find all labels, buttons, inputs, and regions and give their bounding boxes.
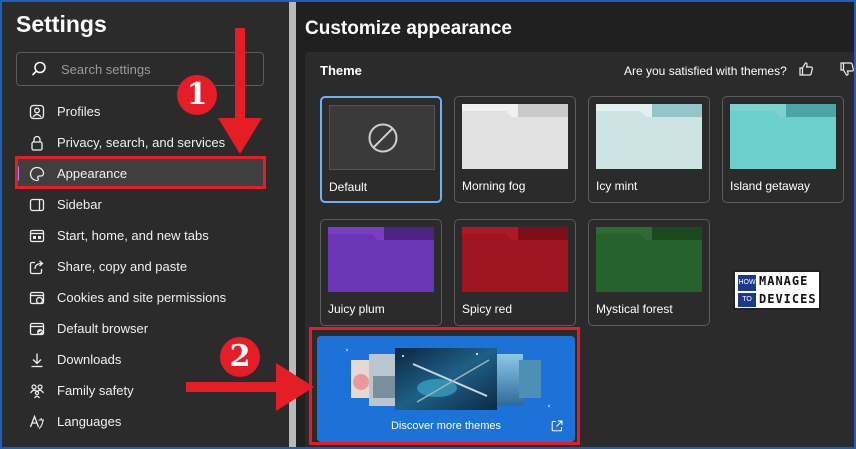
download-icon	[26, 349, 48, 371]
theme-preview	[730, 104, 836, 169]
sidebar-item-label: Profiles	[57, 104, 101, 119]
theme-preview	[329, 105, 435, 170]
open-external-icon	[551, 419, 563, 437]
theme-preview	[596, 227, 702, 292]
step-1-badge: 1	[177, 75, 217, 115]
theme-name: Morning fog	[462, 179, 526, 193]
sidebar-item-label: Downloads	[57, 352, 122, 367]
theme-name: Mystical forest	[596, 302, 673, 316]
browser-icon	[26, 318, 48, 340]
lock-icon	[26, 132, 48, 154]
discover-more-themes-button[interactable]: Discover more themes	[317, 336, 575, 442]
sidebar-item-cookies[interactable]: Cookies and site permissions	[16, 283, 264, 312]
cookies-icon	[26, 287, 48, 309]
theme-name: Juicy plum	[328, 302, 385, 316]
sidebar-icon	[26, 194, 48, 216]
prohibited-icon	[367, 122, 399, 159]
theme-preview	[462, 227, 568, 292]
thumbs-up-icon[interactable]	[798, 61, 814, 82]
family-icon	[26, 380, 48, 402]
theme-card-spicy-red[interactable]: Spicy red	[454, 219, 576, 326]
profile-icon	[26, 101, 48, 123]
sidebar-item-label: Default browser	[57, 321, 149, 336]
sidebar-item-start-home[interactable]: Start, home, and new tabs	[16, 221, 264, 250]
sidebar-item-label: Privacy, search, and services	[57, 135, 226, 150]
sidebar-item-label: Cookies and site permissions	[57, 290, 227, 305]
theme-card-mystical-forest[interactable]: Mystical forest	[588, 219, 710, 326]
sidebar-item-default-browser[interactable]: Default browser	[16, 314, 264, 343]
settings-title: Settings	[16, 11, 107, 37]
languages-icon	[26, 411, 48, 433]
sidebar-item-sidebar[interactable]: Sidebar	[16, 190, 264, 219]
theme-panel: Theme Are you satisfied with themes? Def…	[305, 52, 854, 447]
theme-card-morning-fog[interactable]: Morning fog	[454, 96, 576, 203]
howtomanagedevices-logo: HOW TO MANAGE DEVICES	[733, 270, 821, 310]
search-icon	[31, 61, 47, 82]
theme-name: Island getaway	[730, 179, 811, 193]
logo-manage: MANAGE	[759, 274, 809, 288]
palette-icon	[26, 163, 48, 185]
sidebar-item-appearance[interactable]: Appearance	[16, 159, 264, 188]
theme-name: Spicy red	[462, 302, 513, 316]
step-2-badge: 2	[220, 337, 260, 377]
theme-card-default[interactable]: Default	[320, 96, 442, 203]
logo-to: TO	[738, 293, 756, 307]
theme-name: Default	[329, 180, 368, 194]
sidebar-item-share[interactable]: Share, copy and paste	[16, 252, 264, 281]
theme-card-icy-mint[interactable]: Icy mint	[588, 96, 710, 203]
theme-preview	[328, 227, 434, 292]
theme-name: Icy mint	[596, 179, 638, 193]
logo-how: HOW	[738, 275, 756, 291]
thumbs-down-icon[interactable]	[839, 61, 854, 82]
theme-card-juicy-plum[interactable]: Juicy plum	[320, 219, 442, 326]
theme-preview	[596, 104, 702, 169]
sidebar-item-label: Sidebar	[57, 197, 102, 212]
edge-settings-window: Settings Profiles Privacy, search, and s…	[2, 2, 854, 447]
sidebar-item-label: Start, home, and new tabs	[57, 228, 209, 243]
down-arrow-annotation	[218, 28, 262, 154]
home-tabs-icon	[26, 225, 48, 247]
sidebar-item-label: Share, copy and paste	[57, 259, 188, 274]
discover-more-themes-label: Discover more themes	[390, 420, 502, 432]
share-icon	[26, 256, 48, 278]
main-content: Customize appearance Theme Are you satis…	[296, 2, 854, 447]
theme-feedback-text: Are you satisfied with themes?	[624, 64, 787, 78]
sidebar-item-label: Languages	[57, 414, 122, 429]
themes-collage-image	[346, 348, 550, 410]
sidebar-item-label: Family safety	[57, 383, 134, 398]
page-title: Customize appearance	[305, 18, 512, 39]
theme-section-label: Theme	[320, 63, 362, 78]
theme-preview	[462, 104, 568, 169]
theme-card-island-getaway[interactable]: Island getaway	[722, 96, 844, 203]
sidebar-item-label: Appearance	[57, 166, 128, 181]
logo-devices: DEVICES	[759, 292, 817, 306]
